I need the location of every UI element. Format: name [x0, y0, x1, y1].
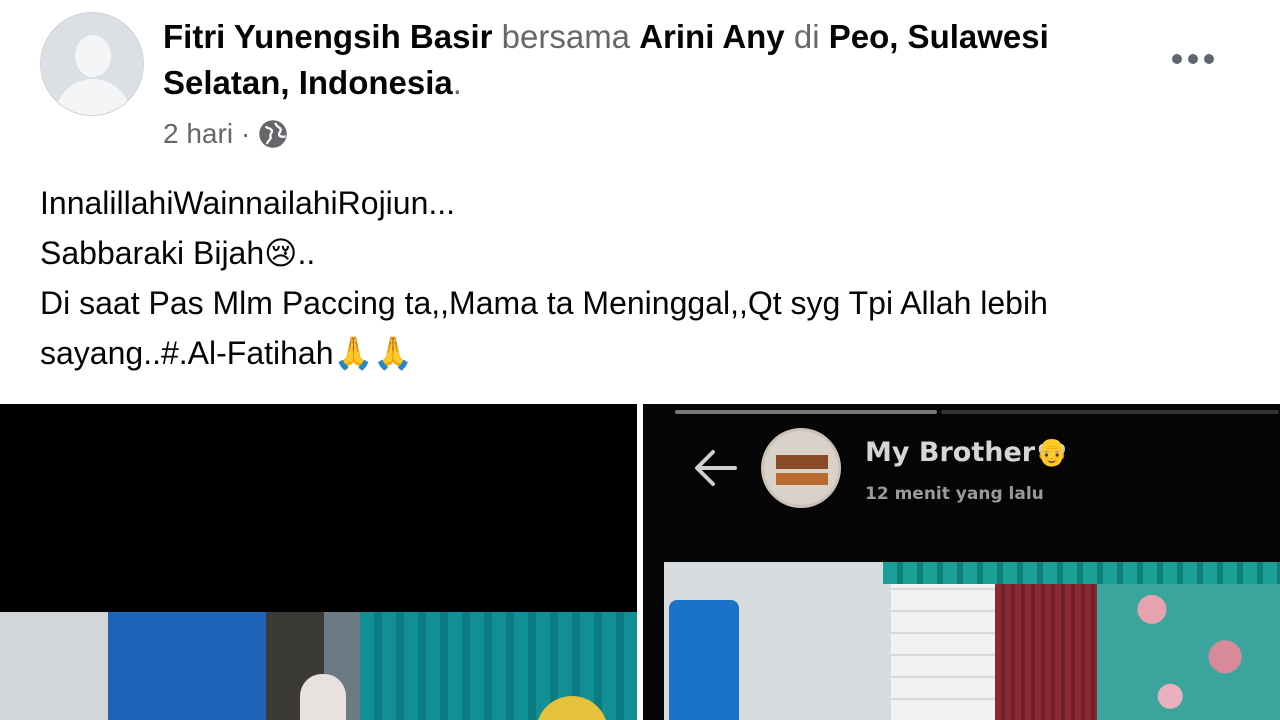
story-time: 12 menit yang lalu	[865, 484, 1044, 504]
more-options-button[interactable]	[1168, 46, 1218, 72]
more-options-icon	[1172, 54, 1182, 64]
story-avatar	[761, 428, 841, 508]
post-text-line: Di saat Pas Mlm Paccing ta,,Mama ta Meni…	[40, 285, 1048, 321]
more-options-icon-dot	[1188, 54, 1198, 64]
avatar-head-shape	[75, 35, 111, 77]
post-text-line: sayang..#.Al-Fatihah🙏🙏	[40, 335, 414, 371]
story-avatar-stripe	[776, 473, 828, 485]
at-text: di	[793, 18, 820, 55]
meta-separator: ·	[241, 118, 251, 149]
tagged-user-link[interactable]: Arini Any	[639, 18, 784, 55]
post-text: InnalillahiWainnailahiRojiun... Sabbarak…	[40, 178, 1250, 378]
author-link[interactable]: Fitri Yunengsih Basir	[163, 18, 492, 55]
avatar-body-shape	[55, 79, 131, 115]
header-period: .	[452, 64, 462, 101]
post-timestamp[interactable]: 2 hari	[163, 118, 233, 150]
photo-person	[300, 674, 346, 720]
back-arrow-icon	[695, 450, 737, 486]
story-white-curtain	[891, 562, 995, 720]
story-progress-track	[941, 410, 1279, 414]
post-photo-1[interactable]	[0, 404, 637, 720]
post-header: Fitri Yunengsih Basir bersama Arini Any …	[163, 14, 1153, 106]
with-text: bersama	[501, 18, 631, 55]
story-progress-bar	[675, 410, 937, 414]
story-red-cloth	[995, 570, 1097, 720]
profile-avatar[interactable]	[40, 12, 144, 116]
photo-wall	[0, 612, 110, 720]
story-floral-curtain	[1097, 562, 1280, 720]
post-meta: 2 hari ·	[163, 114, 288, 154]
story-person-blue	[669, 600, 739, 720]
story-name: My Brother👴	[865, 437, 1069, 468]
globe-icon[interactable]	[258, 119, 288, 149]
post-text-line: Sabbaraki Bijah😢..	[40, 235, 316, 271]
photo-blue-door	[108, 612, 266, 720]
post-text-line: InnalillahiWainnailahiRojiun...	[40, 185, 456, 221]
story-teal-valance	[883, 562, 1280, 584]
more-options-icon-dot	[1204, 54, 1214, 64]
story-avatar-stripe	[776, 455, 828, 469]
post-photo-2[interactable]: My Brother👴 12 menit yang lalu	[643, 404, 1280, 720]
